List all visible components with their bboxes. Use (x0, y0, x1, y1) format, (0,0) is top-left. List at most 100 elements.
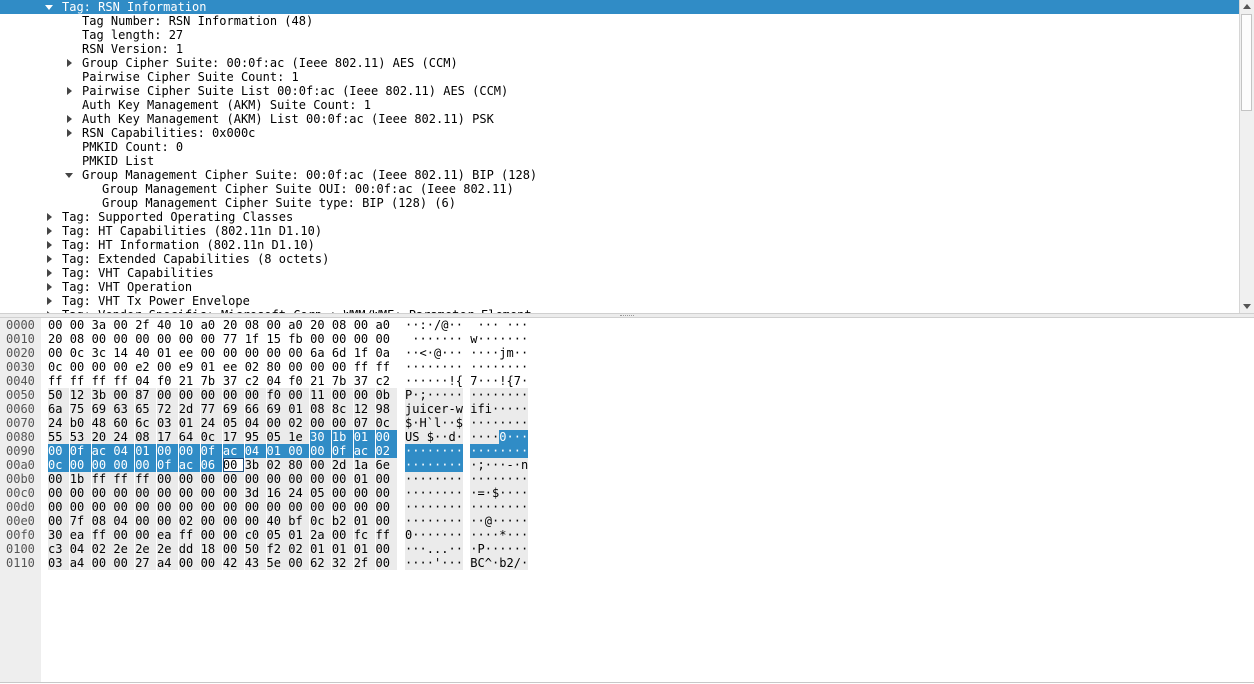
hex-dump-line[interactable]: 00e0 00 7f 08 04 00 00 02 00 00 00 40 bf 0c b2 01 00 · · · ·… (0, 514, 1254, 528)
hex-byte[interactable]: ff (375, 528, 397, 542)
hex-byte[interactable]: 0c (200, 430, 222, 444)
ascii-char[interactable]: · (434, 374, 441, 388)
ascii-char[interactable]: · (485, 332, 492, 346)
ascii-char[interactable]: · (513, 416, 522, 430)
ascii-char[interactable]: ; (477, 458, 485, 472)
hex-byte[interactable]: 01 (178, 416, 200, 430)
hex-dump-line[interactable]: 0010 20 08 00 00 00 00 00 00 77 1f 15 fb 00 00 00 00 · · ·… (0, 332, 1254, 346)
ascii-char[interactable]: · (405, 458, 413, 472)
hex-byte[interactable]: 00 (375, 556, 397, 570)
ascii-char[interactable]: · (441, 486, 449, 500)
ascii-char[interactable]: · (470, 486, 478, 500)
ascii-char[interactable]: · (499, 388, 507, 402)
tree-row[interactable]: PMKID List (0, 154, 1239, 168)
ascii-char[interactable]: · (441, 528, 449, 542)
hex-byte[interactable]: 00 (157, 514, 178, 528)
ascii-char[interactable]: ! (449, 374, 456, 388)
ascii-char[interactable]: · (448, 388, 456, 402)
ascii-char[interactable]: · (455, 444, 464, 458)
hex-byte[interactable]: 30 (310, 430, 332, 444)
ascii-char[interactable]: ; (419, 388, 427, 402)
ascii-char[interactable]: · (506, 528, 514, 542)
hex-byte[interactable]: ff (91, 528, 113, 542)
hex-byte[interactable]: 00 (375, 472, 397, 486)
hex-byte[interactable]: 00 (179, 332, 200, 346)
ascii-char[interactable]: · (455, 528, 464, 542)
ascii-char[interactable]: · (412, 388, 420, 402)
hex-byte[interactable]: 00 (178, 500, 200, 514)
hex-byte[interactable]: 00 (288, 360, 309, 374)
ascii-char[interactable]: · (521, 332, 528, 346)
ascii-char[interactable]: H (419, 416, 427, 430)
hex-byte[interactable]: 00 (244, 500, 266, 514)
hex-byte[interactable]: 04 (267, 374, 288, 388)
ascii-char[interactable]: · (419, 528, 427, 542)
hex-byte[interactable]: 0c (310, 514, 332, 528)
hex-byte[interactable]: 00 (310, 458, 332, 472)
hex-byte[interactable]: 14 (113, 346, 134, 360)
ascii-char[interactable]: · (514, 332, 521, 346)
ascii-char[interactable]: b (499, 556, 507, 570)
ascii-char[interactable]: · (455, 514, 464, 528)
tree-row[interactable]: Auth Key Management (AKM) List 00:0f:ac … (0, 112, 1239, 126)
ascii-char[interactable]: · (455, 430, 464, 444)
hex-byte[interactable]: 37 (354, 374, 375, 388)
hex-byte[interactable]: 00 (222, 542, 244, 556)
ascii-char[interactable]: · (513, 486, 522, 500)
ascii-char[interactable]: · (405, 444, 413, 458)
ascii-char[interactable]: · (455, 388, 464, 402)
ascii-char[interactable]: · (412, 514, 420, 528)
hex-byte[interactable]: 00 (200, 556, 222, 570)
hex-byte[interactable]: 00 (113, 556, 135, 570)
hex-byte[interactable]: 00 (375, 430, 397, 444)
ascii-char[interactable]: · (499, 444, 507, 458)
ascii-char[interactable]: { (456, 374, 463, 388)
hex-byte[interactable]: ff (354, 360, 375, 374)
ascii-char[interactable]: · (426, 458, 435, 472)
hex-byte[interactable]: 2d (178, 402, 200, 416)
hex-byte[interactable]: 21 (179, 374, 200, 388)
ascii-char[interactable]: · (434, 332, 441, 346)
hex-byte[interactable]: 16 (266, 486, 288, 500)
ascii-char[interactable]: · (441, 500, 449, 514)
ascii-char[interactable]: · (507, 360, 514, 374)
tree-row[interactable]: Tag: Supported Operating Classes (0, 210, 1239, 224)
ascii-char[interactable]: = (477, 486, 485, 500)
ascii-char[interactable]: · (427, 332, 434, 346)
hex-dump-line[interactable]: 0040 ff ff ff ff 04 f0 21 7b 37 c2 04 f0 21 7b 37 c2 · · · ·… (0, 374, 1254, 388)
ascii-char[interactable]: · (441, 360, 448, 374)
ascii-char[interactable]: w (455, 402, 464, 416)
hex-byte[interactable]: f0 (266, 388, 288, 402)
ascii-char[interactable]: · (434, 360, 441, 374)
ascii-char[interactable]: · (441, 416, 449, 430)
ascii-char[interactable]: · (521, 472, 529, 486)
hex-byte[interactable]: 98 (375, 402, 397, 416)
hex-byte[interactable]: 04 (244, 444, 266, 458)
ascii-char[interactable]: · (507, 318, 514, 332)
hex-byte[interactable]: 00 (200, 388, 222, 402)
ascii-char[interactable]: · (441, 472, 449, 486)
ascii-char[interactable]: · (513, 500, 522, 514)
hex-byte[interactable]: 00 (375, 514, 397, 528)
hex-byte[interactable]: 1b (69, 472, 91, 486)
ascii-char[interactable]: · (448, 416, 456, 430)
expand-arrow-icon[interactable] (45, 238, 53, 252)
hex-byte[interactable]: 2e (135, 542, 157, 556)
hex-byte[interactable]: ac (178, 458, 200, 472)
hex-byte[interactable]: 00 (288, 346, 309, 360)
ascii-char[interactable]: · (434, 528, 442, 542)
ascii-char[interactable]: · (412, 374, 419, 388)
hex-byte[interactable]: 12 (353, 402, 375, 416)
hex-byte[interactable]: 27 (135, 556, 157, 570)
hex-byte[interactable]: 04 (113, 514, 135, 528)
hex-byte[interactable]: 75 (69, 402, 91, 416)
hex-byte[interactable]: 00 (113, 528, 135, 542)
ascii-char[interactable]: · (412, 472, 420, 486)
hex-byte[interactable]: 00 (135, 528, 157, 542)
hex-byte[interactable]: 17 (157, 430, 178, 444)
hex-byte[interactable]: 20 (91, 430, 113, 444)
hex-byte[interactable]: ea (157, 528, 178, 542)
hex-byte[interactable]: 00 (266, 416, 288, 430)
ascii-char[interactable]: · (426, 500, 435, 514)
hex-byte[interactable]: 00 (353, 486, 375, 500)
